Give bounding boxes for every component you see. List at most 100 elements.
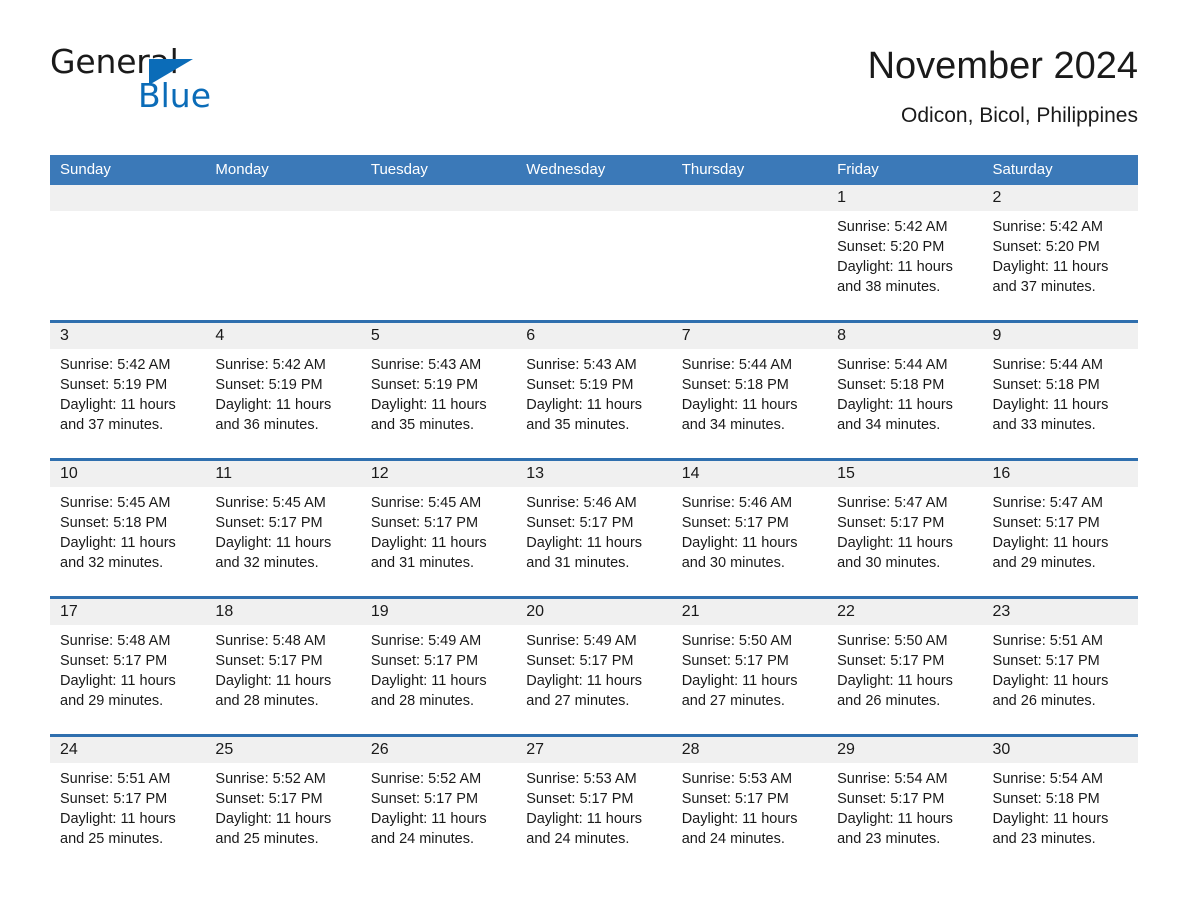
daylight-text: Daylight: 11 hours and 35 minutes. bbox=[370, 397, 487, 433]
sunrise-text: Sunrise: 5:53 AM bbox=[681, 771, 793, 787]
day-number: 9 bbox=[992, 327, 1002, 344]
calendar-day-cell[interactable]: 17 Sunrise: 5:48 AM Sunset: 5:17 PM Dayligh… bbox=[50, 599, 206, 734]
day-sun-info: Sunrise: 5:44 AM Sunset: 5:18 PM Daylight:… bbox=[827, 349, 982, 435]
day-sun-info: Sunrise: 5:46 AM Sunset: 5:17 PM Daylight:… bbox=[672, 487, 827, 573]
sunset-text: Sunset: 5:18 PM bbox=[837, 377, 945, 393]
day-number: 14 bbox=[681, 465, 700, 482]
calendar-day-cell[interactable]: 6 Sunrise: 5:43 AM Sunset: 5:19 PM Daylight… bbox=[516, 323, 672, 458]
day-sun-info: Sunrise: 5:54 AM Sunset: 5:18 PM Daylight:… bbox=[983, 763, 1138, 849]
day-number: 28 bbox=[681, 741, 700, 758]
sunrise-text: Sunrise: 5:43 AM bbox=[526, 357, 637, 373]
day-number-strip: 14 bbox=[671, 461, 828, 487]
sunrise-text: Sunrise: 5:44 AM bbox=[992, 357, 1103, 373]
day-number: 25 bbox=[215, 741, 234, 758]
generalblue-logo[interactable]: General Blue bbox=[50, 45, 211, 117]
calendar-week-row: 3 Sunrise: 5:42 AM Sunset: 5:19 PM Daylight… bbox=[50, 320, 1138, 458]
calendar-day-cell[interactable]: 28 Sunrise: 5:53 AM Sunset: 5:17 PM Dayligh… bbox=[671, 737, 828, 872]
sunrise-text: Sunrise: 5:47 AM bbox=[837, 495, 948, 511]
calendar-day-cell[interactable]: 13 Sunrise: 5:46 AM Sunset: 5:17 PM Dayligh… bbox=[516, 461, 672, 596]
daylight-text: Daylight: 11 hours and 27 minutes. bbox=[681, 673, 798, 709]
sunrise-text: Sunrise: 5:49 AM bbox=[526, 633, 637, 649]
sunrise-text: Sunrise: 5:44 AM bbox=[837, 357, 948, 373]
calendar-day-cell[interactable]: 2 Sunrise: 5:42 AM Sunset: 5:20 PM Daylight… bbox=[982, 185, 1138, 320]
calendar-day-cell[interactable]: 11 Sunrise: 5:45 AM Sunset: 5:17 PM Dayligh… bbox=[205, 461, 361, 596]
calendar-day-cell[interactable]: 27 Sunrise: 5:53 AM Sunset: 5:17 PM Dayligh… bbox=[516, 737, 672, 872]
day-number-strip: 16 bbox=[982, 461, 1138, 487]
day-number-strip: 12 bbox=[360, 461, 517, 487]
calendar-day-cell[interactable]: 18 Sunrise: 5:48 AM Sunset: 5:17 PM Dayligh… bbox=[205, 599, 361, 734]
sunrise-text: Sunrise: 5:51 AM bbox=[992, 633, 1103, 649]
day-sun-info: Sunrise: 5:43 AM Sunset: 5:19 PM Daylight:… bbox=[516, 349, 671, 435]
sunrise-text: Sunrise: 5:50 AM bbox=[681, 633, 793, 649]
sunrise-text: Sunrise: 5:54 AM bbox=[992, 771, 1103, 787]
sunrise-text: Sunrise: 5:53 AM bbox=[526, 771, 637, 787]
day-number-strip: 25 bbox=[205, 737, 361, 763]
calendar-day-cell[interactable]: 20 Sunrise: 5:49 AM Sunset: 5:17 PM Dayligh… bbox=[516, 599, 672, 734]
sunrise-text: Sunrise: 5:47 AM bbox=[992, 495, 1103, 511]
sunset-text: Sunset: 5:17 PM bbox=[526, 515, 634, 531]
sunset-text: Sunset: 5:17 PM bbox=[370, 791, 479, 807]
sunset-text: Sunset: 5:17 PM bbox=[215, 515, 323, 531]
day-number-strip bbox=[360, 185, 517, 211]
sunrise-text: Sunrise: 5:44 AM bbox=[681, 357, 793, 373]
calendar-day-cell[interactable]: 15 Sunrise: 5:47 AM Sunset: 5:17 PM Dayligh… bbox=[827, 461, 983, 596]
day-number-strip: 10 bbox=[50, 461, 206, 487]
calendar-day-cell[interactable]: 24 Sunrise: 5:51 AM Sunset: 5:17 PM Dayligh… bbox=[50, 737, 206, 872]
calendar-day-cell[interactable]: 22 Sunrise: 5:50 AM Sunset: 5:17 PM Dayligh… bbox=[827, 599, 983, 734]
day-number: 15 bbox=[837, 465, 855, 482]
day-number-strip: 20 bbox=[516, 599, 672, 625]
calendar-day-cell[interactable]: 16 Sunrise: 5:47 AM Sunset: 5:17 PM Dayligh… bbox=[982, 461, 1138, 596]
calendar-day-cell[interactable]: 8 Sunrise: 5:44 AM Sunset: 5:18 PM Daylight… bbox=[827, 323, 983, 458]
page-title: November 2024 bbox=[867, 45, 1138, 87]
sunrise-text: Sunrise: 5:46 AM bbox=[526, 495, 637, 511]
day-sun-info: Sunrise: 5:53 AM Sunset: 5:17 PM Daylight:… bbox=[672, 763, 827, 849]
day-number-strip: 26 bbox=[360, 737, 517, 763]
day-number: 13 bbox=[526, 465, 545, 482]
daylight-text: Daylight: 11 hours and 38 minutes. bbox=[837, 259, 953, 295]
day-number-strip bbox=[205, 185, 361, 211]
calendar-day-cell[interactable]: 1 Sunrise: 5:42 AM Sunset: 5:20 PM Daylight… bbox=[827, 185, 983, 320]
calendar-day-cell[interactable]: 9 Sunrise: 5:44 AM Sunset: 5:18 PM Daylight… bbox=[982, 323, 1138, 458]
calendar-day-cell[interactable]: 10 Sunrise: 5:45 AM Sunset: 5:18 PM Dayligh… bbox=[50, 461, 206, 596]
day-number-strip: 23 bbox=[982, 599, 1138, 625]
sunset-text: Sunset: 5:17 PM bbox=[837, 653, 945, 669]
daylight-text: Daylight: 11 hours and 35 minutes. bbox=[526, 397, 643, 433]
day-number-strip: 21 bbox=[671, 599, 828, 625]
sunset-text: Sunset: 5:18 PM bbox=[992, 377, 1100, 393]
sunrise-text: Sunrise: 5:43 AM bbox=[370, 357, 482, 373]
title-block: November 2024 Odicon, Bicol, Philippines bbox=[868, 45, 1138, 128]
day-number: 21 bbox=[681, 603, 700, 620]
sunrise-text: Sunrise: 5:50 AM bbox=[837, 633, 948, 649]
day-sun-info: Sunrise: 5:42 AM Sunset: 5:19 PM Daylight:… bbox=[205, 349, 360, 435]
page-header: General Blue November 2024 Odicon, Bicol… bbox=[50, 0, 1138, 145]
calendar-day-cell[interactable]: 19 Sunrise: 5:49 AM Sunset: 5:17 PM Dayligh… bbox=[360, 599, 517, 734]
day-sun-info: Sunrise: 5:49 AM Sunset: 5:17 PM Daylight:… bbox=[516, 625, 671, 711]
daylight-text: Daylight: 11 hours and 23 minutes. bbox=[837, 811, 953, 847]
calendar-day-cell[interactable]: 26 Sunrise: 5:52 AM Sunset: 5:17 PM Dayligh… bbox=[360, 737, 517, 872]
day-number: 27 bbox=[526, 741, 545, 758]
day-number: 10 bbox=[60, 465, 78, 482]
day-number-strip: 27 bbox=[516, 737, 672, 763]
sunset-text: Sunset: 5:19 PM bbox=[60, 377, 168, 393]
calendar-day-cell[interactable]: 5 Sunrise: 5:43 AM Sunset: 5:19 PM Daylight… bbox=[360, 323, 517, 458]
weekday-header-sunday: Sunday bbox=[60, 161, 111, 178]
day-sun-info: Sunrise: 5:45 AM Sunset: 5:18 PM Daylight:… bbox=[50, 487, 205, 573]
calendar-day-cell[interactable]: 25 Sunrise: 5:52 AM Sunset: 5:17 PM Dayligh… bbox=[205, 737, 361, 872]
calendar-page: General Blue November 2024 Odicon, Bicol… bbox=[0, 0, 1188, 918]
sunset-text: Sunset: 5:17 PM bbox=[992, 653, 1100, 669]
calendar-day-cell[interactable]: 30 Sunrise: 5:54 AM Sunset: 5:18 PM Dayligh… bbox=[982, 737, 1138, 872]
calendar-day-cell[interactable]: 3 Sunrise: 5:42 AM Sunset: 5:19 PM Daylight… bbox=[50, 323, 206, 458]
calendar-day-cell[interactable]: 21 Sunrise: 5:50 AM Sunset: 5:17 PM Dayligh… bbox=[671, 599, 828, 734]
sunset-text: Sunset: 5:17 PM bbox=[837, 791, 945, 807]
calendar-day-cell[interactable]: 4 Sunrise: 5:42 AM Sunset: 5:19 PM Daylight… bbox=[205, 323, 361, 458]
sunset-text: Sunset: 5:17 PM bbox=[526, 791, 634, 807]
day-sun-info: Sunrise: 5:42 AM Sunset: 5:19 PM Daylight:… bbox=[50, 349, 205, 435]
calendar-day-cell[interactable]: 12 Sunrise: 5:45 AM Sunset: 5:17 PM Dayligh… bbox=[360, 461, 517, 596]
calendar-day-cell[interactable]: 23 Sunrise: 5:51 AM Sunset: 5:17 PM Dayligh… bbox=[982, 599, 1138, 734]
calendar-day-cell[interactable]: 7 Sunrise: 5:44 AM Sunset: 5:18 PM Daylight… bbox=[671, 323, 828, 458]
calendar-day-cell-empty bbox=[205, 185, 361, 320]
sunset-text: Sunset: 5:18 PM bbox=[681, 377, 789, 393]
calendar-day-cell[interactable]: 14 Sunrise: 5:46 AM Sunset: 5:17 PM Dayligh… bbox=[671, 461, 828, 596]
sunrise-text: Sunrise: 5:46 AM bbox=[681, 495, 793, 511]
calendar-day-cell[interactable]: 29 Sunrise: 5:54 AM Sunset: 5:17 PM Dayligh… bbox=[827, 737, 983, 872]
